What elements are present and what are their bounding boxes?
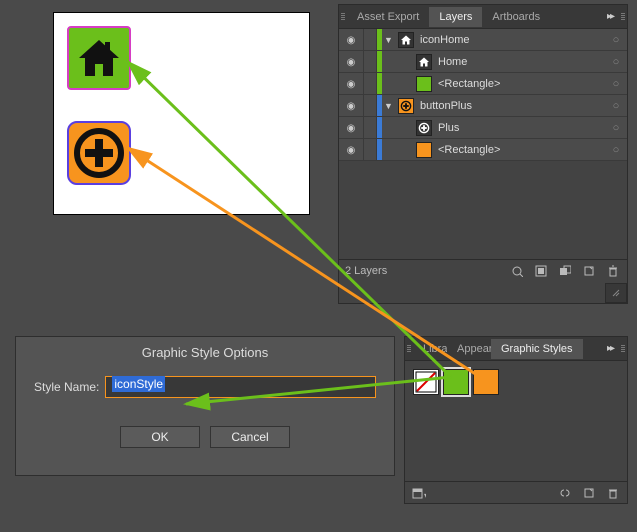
artboard-canvas bbox=[53, 12, 310, 215]
panel-flyout-icon[interactable]: ▸▸ bbox=[601, 343, 619, 354]
graphic-style-swatch[interactable] bbox=[413, 369, 439, 395]
graphic-styles-panel: Libraries Appearance Graphic Styles ▸▸ ▾ bbox=[404, 336, 628, 504]
svg-text:▾: ▾ bbox=[424, 491, 426, 499]
layer-label[interactable]: <Rectangle> bbox=[436, 78, 605, 90]
style-name-label: Style Name: bbox=[34, 380, 99, 394]
create-layer-icon[interactable] bbox=[581, 263, 597, 279]
disclosure-icon[interactable]: ▼ bbox=[382, 35, 394, 45]
create-sublayer-icon[interactable] bbox=[557, 263, 573, 279]
make-clipping-mask-icon[interactable] bbox=[533, 263, 549, 279]
visibility-toggle-icon[interactable] bbox=[339, 100, 363, 112]
layer-row[interactable]: <Rectangle> bbox=[339, 73, 627, 95]
canvas-icon-plus[interactable] bbox=[67, 121, 131, 185]
tab-asset-export[interactable]: Asset Export bbox=[347, 7, 429, 27]
styles-library-menu-icon[interactable]: ▾ bbox=[411, 485, 427, 501]
panel-flyout-icon[interactable]: ▸▸ bbox=[601, 11, 619, 22]
layer-row[interactable]: Plus bbox=[339, 117, 627, 139]
panel-menu-icon[interactable] bbox=[619, 341, 627, 356]
delete-style-icon[interactable] bbox=[605, 485, 621, 501]
layers-footer: 2 Layers bbox=[339, 259, 627, 281]
home-icon bbox=[75, 34, 123, 82]
disclosure-icon[interactable]: ▼ bbox=[382, 101, 394, 111]
layer-color-edge bbox=[377, 139, 382, 160]
plus-circle-icon bbox=[73, 127, 125, 179]
break-link-icon[interactable] bbox=[557, 485, 573, 501]
lock-column[interactable] bbox=[363, 51, 377, 72]
panel-resize-icon[interactable] bbox=[605, 283, 627, 303]
graphic-style-swatch[interactable] bbox=[473, 369, 499, 395]
target-icon[interactable] bbox=[605, 122, 627, 134]
tab-artboards[interactable]: Artboards bbox=[482, 7, 550, 27]
tab-layers[interactable]: Layers bbox=[429, 7, 482, 27]
layer-thumb bbox=[416, 120, 432, 136]
layers-panel: Asset Export Layers Artboards ▸▸ ▼ iconHo… bbox=[338, 4, 628, 304]
visibility-toggle-icon[interactable] bbox=[339, 122, 363, 134]
layer-row[interactable]: ▼ buttonPlus bbox=[339, 95, 627, 117]
ok-button[interactable]: OK bbox=[120, 426, 200, 448]
layer-count-label: 2 Layers bbox=[345, 265, 387, 277]
locate-object-icon[interactable] bbox=[509, 263, 525, 279]
delete-icon[interactable] bbox=[605, 263, 621, 279]
layer-color-edge bbox=[377, 117, 382, 138]
graphic-style-options-dialog: Graphic Style Options Style Name: iconSt… bbox=[15, 336, 395, 476]
gs-tab-strip: Libraries Appearance Graphic Styles ▸▸ bbox=[405, 337, 627, 361]
canvas-icon-home[interactable] bbox=[67, 26, 131, 90]
layer-tree: ▼ iconHome Home <Rectangle> ▼ buttonPlus Plus <… bbox=[339, 29, 627, 161]
layer-color-edge bbox=[377, 51, 382, 72]
layer-thumb bbox=[416, 142, 432, 158]
layer-row[interactable]: <Rectangle> bbox=[339, 139, 627, 161]
lock-column[interactable] bbox=[363, 73, 377, 94]
lock-column[interactable] bbox=[363, 117, 377, 138]
layer-label[interactable]: buttonPlus bbox=[418, 100, 605, 112]
tab-graphic-styles[interactable]: Graphic Styles bbox=[491, 339, 583, 359]
layer-color-edge bbox=[377, 73, 382, 94]
layer-label[interactable]: Plus bbox=[436, 122, 605, 134]
target-icon[interactable] bbox=[605, 56, 627, 68]
lock-column[interactable] bbox=[363, 29, 377, 50]
layer-thumb bbox=[416, 76, 432, 92]
target-icon[interactable] bbox=[605, 144, 627, 156]
tab-libraries[interactable]: Libraries bbox=[413, 339, 447, 359]
style-name-input[interactable]: iconStyle bbox=[105, 376, 376, 398]
dialog-title: Graphic Style Options bbox=[16, 337, 394, 376]
layer-label[interactable]: Home bbox=[436, 56, 605, 68]
layers-tab-strip: Asset Export Layers Artboards ▸▸ bbox=[339, 5, 627, 29]
tab-appearance[interactable]: Appearance bbox=[447, 339, 491, 359]
layer-row[interactable]: ▼ iconHome bbox=[339, 29, 627, 51]
layer-row[interactable]: Home bbox=[339, 51, 627, 73]
lock-column[interactable] bbox=[363, 139, 377, 160]
visibility-toggle-icon[interactable] bbox=[339, 78, 363, 90]
layer-label[interactable]: iconHome bbox=[418, 34, 605, 46]
visibility-toggle-icon[interactable] bbox=[339, 144, 363, 156]
panel-menu-icon[interactable] bbox=[619, 9, 627, 24]
lock-column[interactable] bbox=[363, 95, 377, 116]
graphic-style-swatch[interactable] bbox=[443, 369, 469, 395]
target-icon[interactable] bbox=[605, 34, 627, 46]
swatch-list bbox=[405, 361, 627, 403]
visibility-toggle-icon[interactable] bbox=[339, 34, 363, 46]
layer-thumb bbox=[398, 32, 414, 48]
gs-footer: ▾ bbox=[405, 481, 627, 503]
layer-label[interactable]: <Rectangle> bbox=[436, 144, 605, 156]
new-style-icon[interactable] bbox=[581, 485, 597, 501]
panel-grip[interactable] bbox=[339, 9, 347, 24]
layer-thumb bbox=[398, 98, 414, 114]
target-icon[interactable] bbox=[605, 100, 627, 112]
cancel-button[interactable]: Cancel bbox=[210, 426, 290, 448]
layer-thumb bbox=[416, 54, 432, 70]
panel-grip[interactable] bbox=[405, 341, 413, 356]
target-icon[interactable] bbox=[605, 78, 627, 90]
visibility-toggle-icon[interactable] bbox=[339, 56, 363, 68]
